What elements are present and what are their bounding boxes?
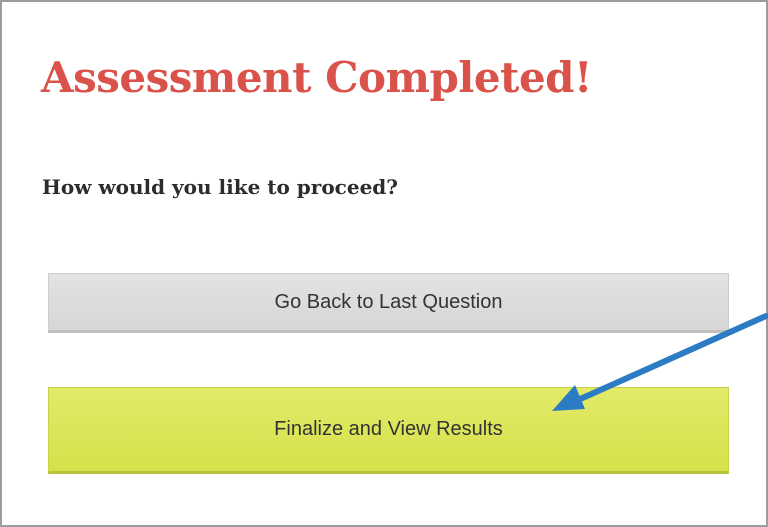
page-title: Assessment Completed! — [41, 53, 592, 102]
go-back-label: Go Back to Last Question — [274, 290, 503, 313]
finalize-label: Finalize and View Results — [274, 418, 503, 440]
assessment-complete-panel: Assessment Completed! How would you like… — [0, 0, 768, 527]
proceed-prompt: How would you like to proceed? — [42, 175, 398, 199]
go-back-button[interactable]: Go Back to Last Question — [48, 273, 729, 333]
finalize-results-button[interactable]: Finalize and View Results — [48, 387, 729, 474]
